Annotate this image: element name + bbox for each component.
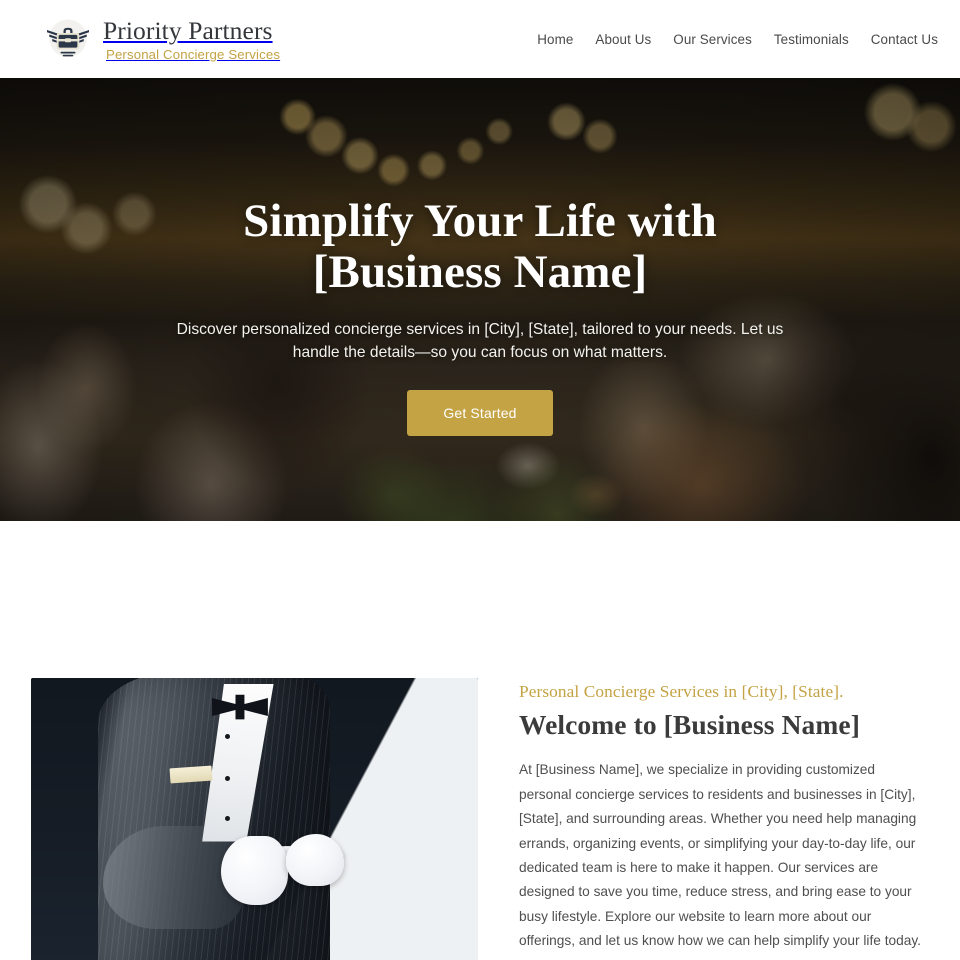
nav-item-home[interactable]: Home bbox=[537, 32, 573, 47]
welcome-body-text: At [Business Name], we specialize in pro… bbox=[519, 762, 921, 949]
welcome-text-column: Personal Concierge Services in [City], [… bbox=[519, 678, 932, 960]
welcome-eyebrow: Personal Concierge Services in [City], [… bbox=[519, 682, 844, 701]
get-started-button[interactable]: Get Started bbox=[407, 390, 553, 437]
brand-logo-link[interactable]: Priority Partners Personal Concierge Ser… bbox=[44, 15, 280, 63]
brand-tagline: Personal Concierge Services bbox=[106, 47, 281, 63]
butler-white-glove bbox=[220, 835, 289, 906]
main-navigation: Home About Us Our Services Testimonials … bbox=[537, 32, 946, 47]
hero-title: Simplify Your Life with [Business Name] bbox=[243, 195, 717, 298]
nav-item-testimonials[interactable]: Testimonials bbox=[774, 32, 849, 47]
brand-text: Priority Partners Personal Concierge Ser… bbox=[103, 15, 281, 63]
site-header: Priority Partners Personal Concierge Ser… bbox=[0, 0, 960, 78]
welcome-image bbox=[31, 678, 478, 960]
nav-item-contact-us[interactable]: Contact Us bbox=[871, 32, 938, 47]
nav-item-about-us[interactable]: About Us bbox=[595, 32, 651, 47]
welcome-section: Personal Concierge Services in [City], [… bbox=[0, 678, 960, 960]
butler-white-glove bbox=[285, 834, 344, 886]
hero-content: Simplify Your Life with [Business Name] … bbox=[0, 78, 960, 563]
nav-item-our-services[interactable]: Our Services bbox=[673, 32, 752, 47]
butler-photo bbox=[31, 678, 478, 960]
hero-subtitle: Discover personalized concierge services… bbox=[176, 320, 784, 361]
brand-title: Priority Partners bbox=[103, 15, 273, 45]
hero-section: Simplify Your Life with [Business Name] … bbox=[0, 78, 960, 563]
winged-briefcase-icon bbox=[47, 19, 89, 57]
welcome-title: Welcome to [Business Name] bbox=[519, 709, 860, 741]
